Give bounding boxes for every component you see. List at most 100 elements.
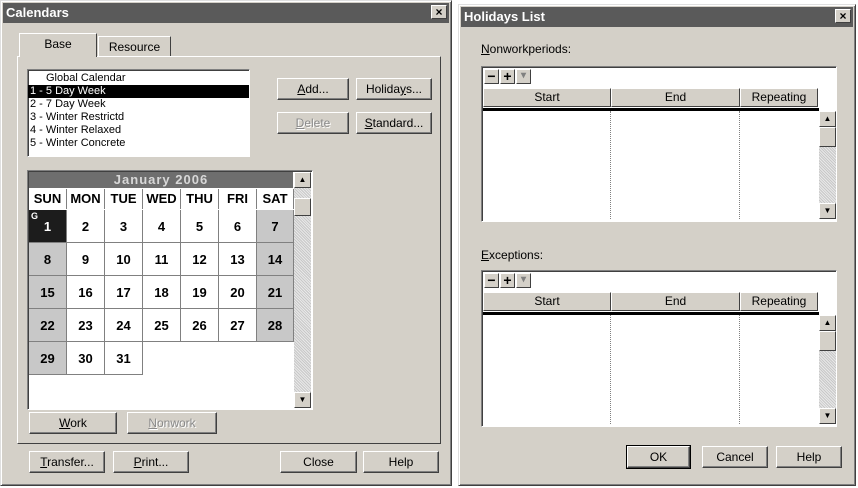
- calendar-list[interactable]: Global Calendar 1 - 5 Day Week 2 - 7 Day…: [27, 69, 250, 157]
- list-item[interactable]: 3 - Winter Restrictd: [28, 111, 249, 124]
- scroll-down-icon[interactable]: ▼: [819, 203, 836, 219]
- close-icon[interactable]: ×: [835, 9, 851, 23]
- col-end[interactable]: End: [611, 88, 740, 107]
- today-marker: G: [31, 211, 39, 221]
- day-cell[interactable]: 13: [219, 243, 257, 276]
- col-repeating[interactable]: Repeating: [740, 292, 818, 311]
- dropdown-icon[interactable]: ▾: [516, 69, 531, 84]
- day-number: 3: [119, 219, 128, 234]
- calendars-titlebar[interactable]: Calendars ×: [3, 3, 449, 23]
- close-icon[interactable]: ×: [431, 5, 447, 19]
- day-cell[interactable]: 18: [143, 276, 181, 309]
- add-button[interactable]: Add...: [277, 78, 349, 100]
- nonworkperiods-table[interactable]: − + ▾ Start End Repeating ▲ ▼: [481, 66, 837, 222]
- day-cell[interactable]: 28: [257, 309, 294, 342]
- day-number: 1: [43, 219, 52, 234]
- scroll-down-icon[interactable]: ▼: [819, 408, 836, 424]
- nonwork-scrollbar[interactable]: ▲ ▼: [819, 111, 836, 219]
- add-row-button[interactable]: +: [500, 69, 515, 84]
- work-button[interactable]: Work: [29, 412, 117, 434]
- remove-row-button[interactable]: −: [484, 69, 499, 84]
- dropdown-icon[interactable]: ▾: [516, 273, 531, 288]
- day-number: 16: [78, 285, 93, 300]
- add-label-c: dd...: [305, 82, 329, 96]
- day-cell[interactable]: 10: [105, 243, 143, 276]
- day-cell[interactable]: 2: [67, 210, 105, 243]
- day-cell[interactable]: 1G: [29, 210, 67, 243]
- help-button[interactable]: Help: [776, 446, 842, 468]
- col-start[interactable]: Start: [483, 292, 611, 311]
- list-item[interactable]: 4 - Winter Relaxed: [28, 124, 249, 137]
- holidays-titlebar[interactable]: Holidays List ×: [461, 7, 853, 27]
- day-cell[interactable]: 26: [181, 309, 219, 342]
- scroll-thumb[interactable]: [819, 331, 836, 351]
- transfer-button[interactable]: Transfer...: [29, 451, 105, 473]
- standard-button[interactable]: Standard...: [356, 112, 432, 134]
- day-cell[interactable]: 19: [181, 276, 219, 309]
- day-cell[interactable]: 16: [67, 276, 105, 309]
- day-cell[interactable]: 30: [67, 342, 105, 375]
- day-cell[interactable]: 22: [29, 309, 67, 342]
- col-end[interactable]: End: [611, 292, 740, 311]
- ok-button[interactable]: OK: [626, 445, 691, 469]
- day-cell[interactable]: 23: [67, 309, 105, 342]
- day-number: 22: [40, 318, 55, 333]
- tab-resource[interactable]: Resource: [98, 36, 171, 57]
- day-cell[interactable]: 7: [257, 210, 294, 243]
- holidays-label-c: s...: [406, 82, 423, 96]
- day-number: 6: [233, 219, 242, 234]
- holidays-button[interactable]: Holidays...: [356, 78, 432, 100]
- day-cell[interactable]: 12: [181, 243, 219, 276]
- day-cell[interactable]: 3: [105, 210, 143, 243]
- help-button[interactable]: Help: [363, 451, 439, 473]
- month-calendar: January 2006 SUN MON TUE WED THU FRI SAT…: [27, 170, 313, 410]
- close-button[interactable]: Close: [280, 451, 357, 473]
- scroll-up-icon[interactable]: ▲: [819, 111, 836, 127]
- day-number: 20: [230, 285, 245, 300]
- scroll-thumb[interactable]: [819, 127, 836, 147]
- day-grid: 1 G 2 3 4 5 6 7 8 9 10 11 12 13 14 15 16 17 18 19 20 21 22 23 24…: [29, 210, 295, 409]
- day-cell[interactable]: 29: [29, 342, 67, 375]
- day-cell[interactable]: 24: [105, 309, 143, 342]
- day-cell[interactable]: 20: [219, 276, 257, 309]
- day-cell[interactable]: 9: [67, 243, 105, 276]
- remove-row-button[interactable]: −: [484, 273, 499, 288]
- list-item[interactable]: 5 - Winter Concrete: [28, 137, 249, 150]
- day-cell[interactable]: 14: [257, 243, 294, 276]
- list-item[interactable]: 2 - 7 Day Week: [28, 98, 249, 111]
- print-button[interactable]: Print...: [113, 451, 189, 473]
- day-cell[interactable]: 8: [29, 243, 67, 276]
- scroll-down-icon[interactable]: ▼: [294, 392, 311, 408]
- day-cell[interactable]: 15: [29, 276, 67, 309]
- add-row-button[interactable]: +: [500, 273, 515, 288]
- col-start[interactable]: Start: [483, 88, 611, 107]
- tab-base[interactable]: Base: [19, 33, 97, 57]
- calendars-window: Calendars × Base Resource Global Calenda…: [0, 0, 452, 486]
- day-number: 14: [267, 252, 283, 267]
- day-cell[interactable]: 11: [143, 243, 181, 276]
- nonwork-button[interactable]: Nonwork: [127, 412, 217, 434]
- list-item-selected[interactable]: 1 - 5 Day Week: [28, 85, 249, 98]
- day-cell[interactable]: 5: [181, 210, 219, 243]
- col-repeating[interactable]: Repeating: [740, 88, 818, 107]
- day-cell[interactable]: 6: [219, 210, 257, 243]
- scroll-thumb[interactable]: [294, 198, 311, 216]
- tab-base-label: Base: [44, 37, 72, 51]
- delete-button[interactable]: Delete: [277, 112, 349, 134]
- day-cell[interactable]: 21: [257, 276, 294, 309]
- exceptions-table[interactable]: − + ▾ Start End Repeating ▲ ▼: [481, 270, 837, 427]
- day-cell[interactable]: 17: [105, 276, 143, 309]
- exceptions-scrollbar[interactable]: ▲ ▼: [819, 315, 836, 424]
- weekday-tue: TUE: [105, 189, 143, 209]
- day-cell[interactable]: 27: [219, 309, 257, 342]
- calendar-scrollbar[interactable]: ▲ ▼: [294, 172, 311, 408]
- day-number: 25: [154, 318, 169, 333]
- day-cell[interactable]: 25: [143, 309, 181, 342]
- list-item[interactable]: Global Calendar: [28, 72, 249, 85]
- day-number: 11: [154, 252, 169, 267]
- day-cell[interactable]: 31: [105, 342, 143, 375]
- scroll-up-icon[interactable]: ▲: [819, 315, 836, 331]
- day-cell[interactable]: 4: [143, 210, 181, 243]
- cancel-button[interactable]: Cancel: [702, 446, 768, 468]
- scroll-up-icon[interactable]: ▲: [294, 172, 311, 188]
